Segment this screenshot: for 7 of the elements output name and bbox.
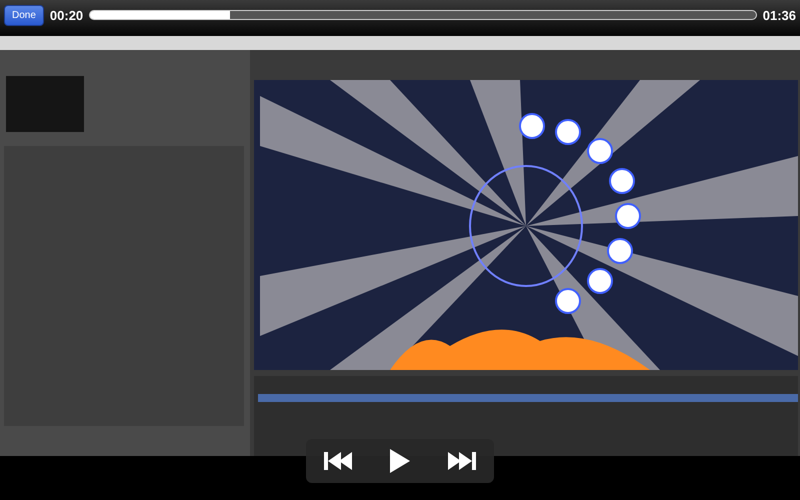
elapsed-time: 00:20: [50, 8, 84, 22]
skip-back-icon: [324, 451, 354, 471]
progress-track[interactable]: [89, 10, 757, 20]
skip-forward-icon: [446, 451, 476, 471]
remaining-time: 01:36: [762, 8, 796, 22]
done-button[interactable]: Done: [4, 4, 44, 26]
play-icon: [390, 449, 410, 473]
